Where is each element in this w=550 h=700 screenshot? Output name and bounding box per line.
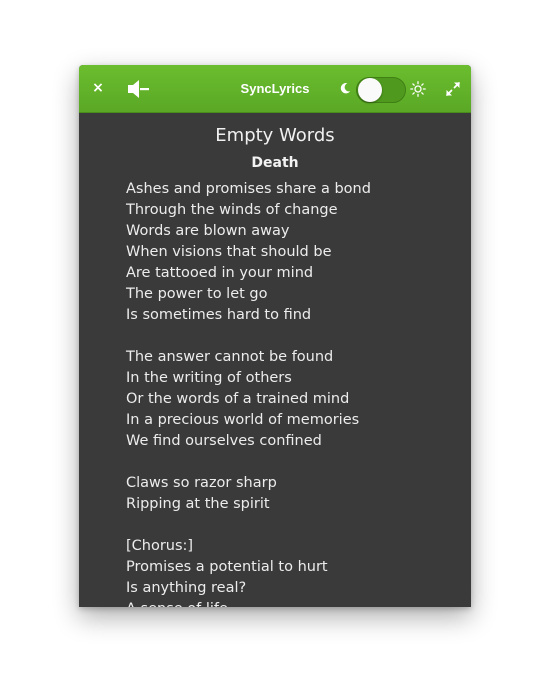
lyric-line: The answer cannot be found (126, 349, 334, 365)
close-button[interactable]: × (88, 78, 108, 98)
lyric-line: Ashes and promises share a bond (126, 181, 371, 197)
window-title: SyncLyrics (240, 81, 310, 96)
song-title: Empty Words (215, 125, 335, 146)
lyric-line: Promises a potential to hurt (126, 559, 328, 575)
fullscreen-button[interactable] (445, 81, 461, 97)
lyrics-view[interactable]: Empty Words Death Ashes and promises sha… (79, 113, 471, 607)
lyric-line: Or the words of a trained mind (126, 391, 350, 407)
lyric-line: The power to let go (126, 286, 268, 302)
lyric-line: Are tattooed in your mind (126, 265, 314, 281)
lyric-line: When visions that should be (126, 244, 332, 260)
lyrics-text: Ashes and promises share a bond Through t… (126, 179, 456, 607)
lyric-line: Is sometimes hard to find (126, 307, 312, 323)
lyric-line (126, 326, 456, 347)
mute-button[interactable] (126, 79, 150, 99)
sun-icon (410, 81, 426, 97)
lyric-line: We find ourselves confined (126, 433, 322, 449)
lyric-line: In a precious world of memories (126, 412, 360, 428)
moon-icon (340, 82, 351, 94)
fullscreen-icon (446, 82, 460, 96)
mute-icon (128, 80, 149, 98)
lyric-line: A sense of life (126, 599, 456, 607)
lyric-line: Claws so razor sharp (126, 475, 277, 491)
lyric-line: Is anything real? (126, 580, 247, 596)
lyric-line: [Chorus:] (126, 538, 194, 554)
lyric-line: Through the winds of change (126, 202, 338, 218)
lyric-line: Ripping at the spirit (126, 496, 270, 512)
lyric-line: Words are blown away (126, 223, 290, 239)
close-icon: × (92, 80, 104, 96)
theme-switch-knob[interactable] (358, 78, 382, 102)
theme-switch[interactable] (356, 77, 406, 103)
lyric-line (126, 452, 456, 473)
lyric-line (126, 515, 456, 536)
lyric-line: In the writing of others (126, 370, 292, 386)
synclyrics-window: × SyncLyrics Empty Words Death Ashes and… (79, 65, 471, 607)
header-bar: × SyncLyrics (79, 65, 471, 113)
artist-name: Death (251, 155, 299, 171)
